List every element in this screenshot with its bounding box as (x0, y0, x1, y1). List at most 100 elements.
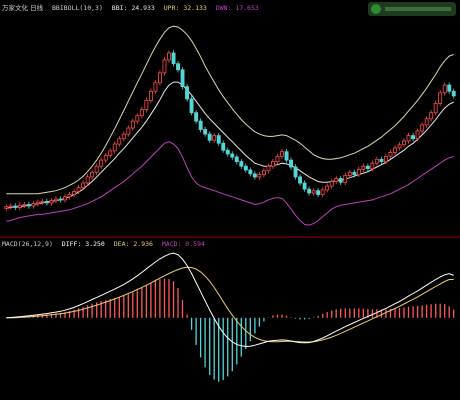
candle-body (194, 112, 199, 122)
candle-body (67, 194, 72, 198)
candle-body (392, 147, 397, 153)
candle-body (266, 165, 271, 172)
candle-body (108, 150, 113, 156)
candle-body (352, 171, 357, 176)
candle-body (85, 176, 90, 184)
candle-body (198, 120, 203, 130)
candle-body (72, 191, 76, 195)
candle-body (451, 90, 456, 97)
candle-body (307, 188, 312, 194)
candle-body (225, 149, 230, 155)
candle-body (374, 158, 379, 164)
candle-body (370, 162, 375, 169)
dea-value-label: DEA: 2.936 (113, 240, 153, 248)
candle-body (76, 187, 81, 192)
macd-panel-header: MACD(26,12,9) DIFF: 3.250 DEA: 2.936 MAC… (2, 238, 210, 250)
candle-body (26, 204, 31, 207)
candle-body (302, 182, 307, 190)
stock-chart (0, 0, 460, 400)
candle-body (397, 144, 402, 149)
candle-body (162, 59, 167, 74)
candle-body (316, 190, 321, 195)
candle-body (243, 165, 248, 171)
candle-body (166, 52, 171, 61)
candle-body (406, 135, 411, 142)
macd-indicator-name: MACD(26,12,9) (2, 240, 53, 248)
candle-body (379, 158, 384, 163)
candle-body (415, 130, 420, 139)
candle-body (424, 118, 429, 126)
candle-body (31, 203, 36, 207)
candle-body (334, 178, 339, 182)
candle-body (103, 155, 108, 161)
candle-body (361, 165, 366, 170)
upr-value-label: UPR: 32.133 (163, 4, 207, 12)
candle-body (347, 171, 352, 176)
candle-body (45, 200, 49, 204)
candle-body (176, 63, 180, 71)
candle-body (185, 86, 189, 100)
candle-body (144, 100, 149, 111)
bbi-value-label: BBI: 24.933 (111, 4, 155, 12)
price-panel-header: 万家文化 日线 BBIBOLL(10,3) BBI: 24.933 UPR: 3… (2, 2, 264, 14)
candle-body (383, 155, 388, 163)
candle-body (99, 159, 104, 167)
candle-body (49, 200, 54, 204)
candle-body (239, 161, 244, 167)
candle-body (433, 103, 438, 114)
candle-body (388, 151, 393, 157)
diff-value-label: DIFF: 3.250 (61, 240, 105, 248)
candle-body (148, 90, 153, 101)
candle-body (139, 109, 144, 117)
candle-body (40, 200, 45, 203)
candle-body (94, 165, 99, 173)
candle-body (36, 201, 40, 205)
candle-body (4, 206, 9, 209)
candle-body (429, 112, 434, 120)
candle-body (402, 140, 406, 146)
candle-body (298, 176, 302, 184)
candle-body (261, 170, 266, 176)
candle-body (171, 52, 176, 65)
candle-body (234, 156, 239, 162)
candle-body (438, 92, 443, 104)
candle-body (212, 135, 217, 141)
symbol-label: 万家文化 日线 (2, 4, 44, 12)
candle-body (279, 151, 284, 157)
candle-body (442, 84, 447, 94)
candle-body (126, 127, 131, 135)
watermark-logo (368, 2, 456, 16)
candle-body (189, 98, 194, 114)
candle-body (81, 182, 86, 188)
candle-body (320, 189, 325, 195)
candle-body (112, 143, 117, 152)
candle-body (420, 124, 425, 132)
candle-body (157, 72, 162, 84)
candle-body (289, 159, 293, 168)
candle-body (284, 151, 289, 161)
candle-body (275, 155, 280, 163)
candle-body (216, 135, 221, 144)
candle-body (17, 204, 22, 208)
macd-value-label: MACD: 0.594 (161, 240, 205, 248)
candle-body (180, 69, 185, 88)
candle-body (121, 133, 126, 140)
candle-body (22, 204, 27, 206)
candle-body (13, 205, 18, 208)
watermark-bar (385, 7, 451, 11)
candle-body (207, 133, 212, 141)
candle-body (153, 82, 158, 92)
candle-body (325, 185, 330, 191)
candle-body (130, 120, 135, 129)
candle-body (411, 135, 415, 140)
candle-body (135, 115, 140, 122)
candle-body (293, 166, 298, 178)
candle-body (252, 173, 257, 178)
candle-body (447, 84, 452, 92)
candle-body (90, 171, 95, 178)
candle-body (221, 142, 226, 151)
dwn-value-label: DWN: 17.653 (215, 4, 259, 12)
candle-body (63, 196, 67, 201)
watermark-icon (371, 4, 381, 14)
candle-body (8, 205, 13, 208)
